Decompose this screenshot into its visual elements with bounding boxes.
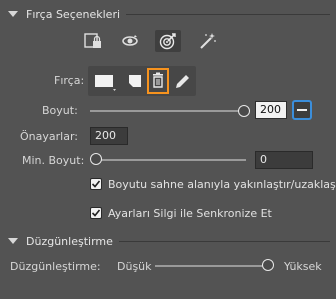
divider [118, 240, 330, 242]
sync-eraser-label[interactable]: Ayarları Silgi ile Senkronize Et [108, 207, 272, 220]
zoom-with-stage-checkbox[interactable] [90, 178, 102, 190]
presets-input[interactable]: 200 [90, 127, 128, 145]
lock-canvas-icon[interactable] [80, 30, 106, 52]
zoom-with-stage-label[interactable]: Boyutu sahne alanıyla yakınlaştır/uzakla… [108, 178, 336, 191]
smoothing-label: Düzgünleştirme: [10, 260, 101, 273]
presets-label: Önayarlar: [20, 130, 78, 143]
brush-shape-alt-icon[interactable] [125, 72, 145, 92]
size-input[interactable]: 200 [255, 101, 287, 119]
smoothing-low-label: Düşük [117, 260, 152, 273]
collapse-triangle-icon[interactable] [8, 11, 18, 17]
minus-icon [297, 109, 307, 111]
trash-icon [153, 72, 163, 88]
size-slider-track[interactable] [90, 110, 244, 112]
smoothing-slider-knob[interactable] [262, 259, 274, 271]
smoothing-header[interactable]: Düzgünleştirme [0, 233, 336, 249]
brush-shape-icon[interactable] [93, 72, 119, 92]
magic-wand-icon[interactable] [195, 30, 221, 52]
size-label: Boyut: [42, 104, 78, 117]
size-minimize-button[interactable] [292, 100, 312, 120]
target-brush-icon[interactable] [155, 30, 181, 52]
checkmark-icon [91, 209, 101, 217]
min-size-input[interactable]: 0 [255, 151, 313, 169]
min-size-slider-knob[interactable] [90, 153, 102, 165]
rotate-sync-icon[interactable] [117, 30, 143, 52]
size-slider-knob[interactable] [238, 105, 250, 117]
smoothing-high-label: Yüksek [284, 260, 322, 273]
min-size-slider-track[interactable] [96, 159, 246, 161]
delete-brush-button[interactable] [147, 68, 169, 94]
divider [126, 13, 330, 15]
smoothing-slider-track[interactable] [155, 265, 268, 267]
brush-label: Fırça: [54, 74, 85, 87]
sync-eraser-checkbox[interactable] [90, 207, 102, 219]
brush-options-header[interactable]: Fırça Seçenekleri [0, 6, 336, 22]
collapse-triangle-icon[interactable] [8, 238, 18, 244]
checkmark-icon [91, 180, 101, 188]
min-size-label: Min. Boyut: [22, 154, 85, 167]
pencil-icon[interactable] [172, 72, 192, 92]
section-title: Fırça Seçenekleri [26, 7, 121, 21]
section-title: Düzgünleştirme [26, 234, 113, 248]
